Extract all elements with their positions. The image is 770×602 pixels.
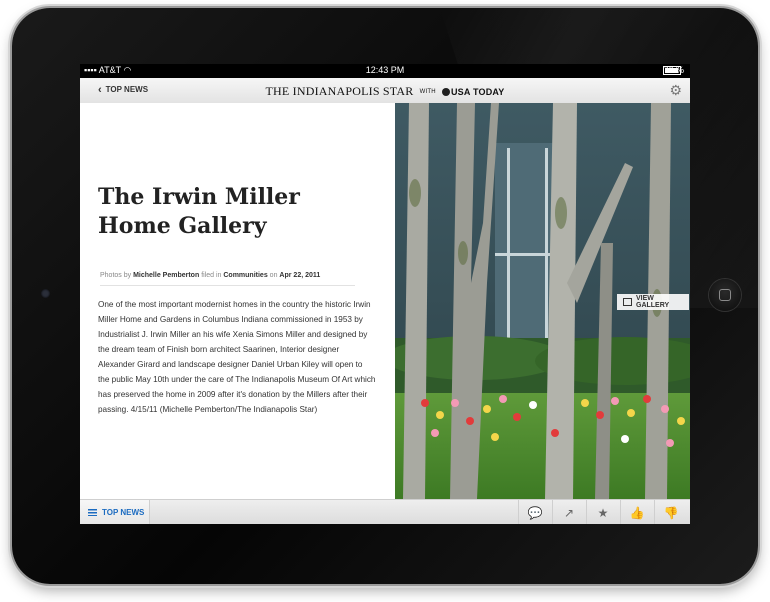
article-body: One of the most important modernist home… — [98, 300, 376, 414]
gallery-icon — [623, 298, 632, 306]
bottom-toolbar: TOP NEWS 💬 ↗ ★ 👍 👎 — [80, 499, 690, 524]
gear-icon[interactable]: ⚙ — [669, 82, 682, 99]
top-nav-bar: ‹ TOP NEWS THE INDIANAPOLIS STAR WITH US… — [80, 78, 690, 104]
article-title: The Irwin Miller Home Gallery — [98, 184, 300, 239]
byline-filed-in: filed in — [201, 272, 222, 279]
battery-icon — [663, 66, 682, 75]
gallery-photo[interactable]: VIEW GALLERY — [395, 103, 690, 499]
comment-icon[interactable]: 💬 — [518, 500, 551, 524]
byline-on: on — [269, 272, 278, 279]
byline-date: Apr 22, 2011 — [279, 272, 321, 279]
status-time: 12:43 PM — [365, 65, 405, 75]
front-camera — [41, 289, 50, 298]
view-gallery-button[interactable]: VIEW GALLERY — [617, 294, 689, 310]
list-icon — [88, 509, 97, 516]
byline-photos-by: Photos by — [100, 272, 132, 279]
share-icon[interactable]: ↗ — [552, 500, 585, 524]
thumbs-up-icon[interactable]: 👍 — [620, 500, 653, 524]
article-byline: Photos by Michelle Pemberton filed in Co… — [100, 272, 355, 286]
byline-author[interactable]: Michelle Pemberton — [133, 272, 199, 279]
view-gallery-label: VIEW GALLERY — [636, 295, 670, 309]
byline-section[interactable]: Communities — [223, 272, 267, 279]
section-label: TOP NEWS — [102, 508, 145, 517]
star-icon[interactable]: ★ — [586, 500, 619, 524]
masthead-with: WITH — [419, 89, 436, 95]
article-panel: The Irwin Miller Home Gallery Photos by … — [80, 103, 395, 499]
home-button[interactable] — [709, 279, 741, 311]
masthead-partner: USA TODAY — [450, 87, 505, 97]
masthead-title: THE INDIANAPOLIS STAR — [265, 84, 414, 98]
battery-indicator: 76 % — [663, 65, 684, 75]
status-bar: ▪▪▪▪ AT&T ◠ 12:43 PM 76 % — [80, 64, 690, 78]
section-menu-button[interactable]: TOP NEWS — [80, 500, 150, 524]
screen: ▪▪▪▪ AT&T ◠ 12:43 PM 76 % ‹ TOP NEWS THE… — [80, 64, 690, 524]
masthead-logo: THE INDIANAPOLIS STAR WITH USA TODAY — [80, 84, 690, 99]
usa-today-dot-icon — [441, 88, 450, 96]
thumbs-down-icon[interactable]: 👎 — [654, 500, 687, 524]
